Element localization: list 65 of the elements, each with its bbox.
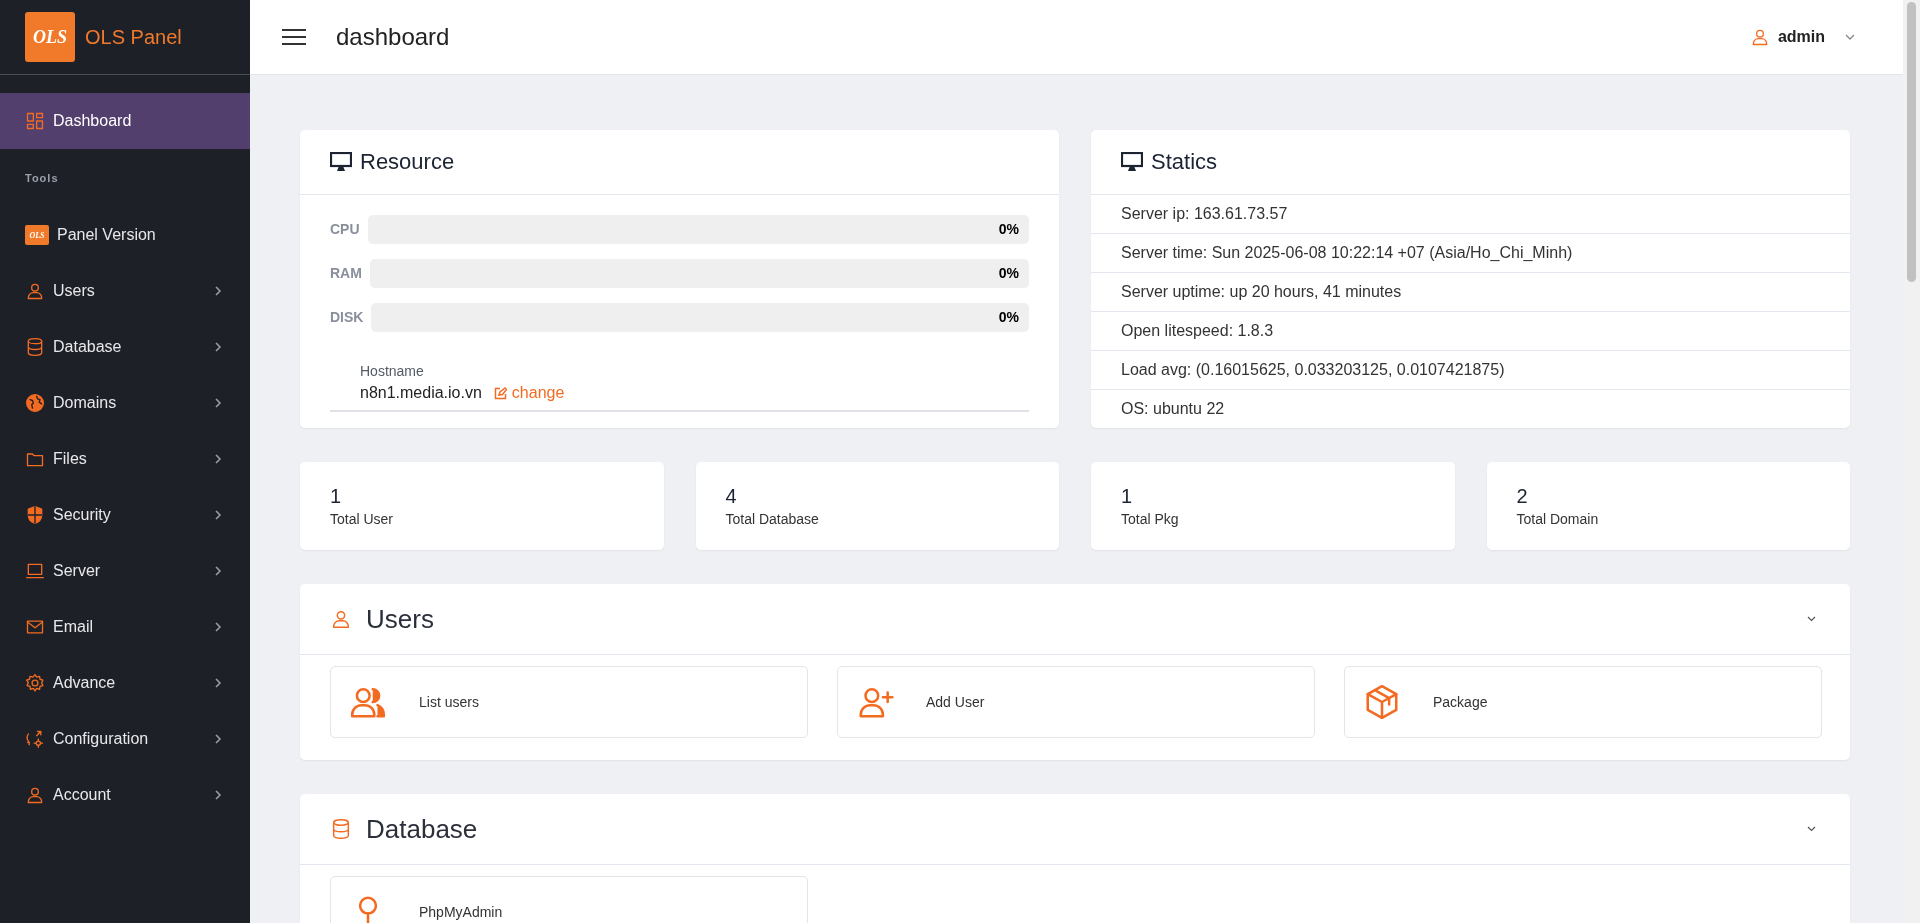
- database-icon: [25, 337, 45, 357]
- action-tile[interactable]: List users: [330, 666, 808, 738]
- info-row: Server time: Sun 2025-06-08 10:22:14 +07 (Asia/Ho_Chi_Minh): [1091, 234, 1850, 273]
- sidebar-item[interactable]: Configuration: [0, 711, 250, 767]
- meter-label: CPU: [330, 221, 360, 237]
- stat-value: 4: [725, 485, 738, 508]
- page-title: dashboard: [336, 23, 451, 51]
- meter-label: DISK: [330, 309, 364, 325]
- dashboard-icon: [25, 111, 45, 131]
- info-row: Server uptime: up 20 hours, 41 minutes: [1091, 273, 1850, 312]
- nav-heading: Tools: [24, 171, 60, 186]
- menu-icon[interactable]: [282, 28, 306, 46]
- sidebar-item[interactable]: Dashboard: [0, 93, 250, 149]
- meter-reading: 0%: [998, 309, 1019, 325]
- gear-icon: [25, 673, 45, 693]
- sidebar-item[interactable]: Server: [0, 543, 250, 599]
- meter-label: RAM: [330, 265, 362, 281]
- field-label: Hostname: [360, 363, 425, 379]
- shield-icon: [25, 505, 45, 525]
- stat-label: Total Domain: [1516, 511, 1600, 527]
- configuration-icon: [25, 729, 45, 749]
- sidebar-item[interactable]: OLS Panel Version: [0, 207, 250, 263]
- meter-reading: 0%: [998, 221, 1019, 237]
- card-title: Statics: [1151, 149, 1218, 175]
- sidebar-item[interactable]: Security: [0, 487, 250, 543]
- stat-label: Total User: [330, 511, 395, 527]
- sidebar-item[interactable]: Domains: [0, 375, 250, 431]
- sidebar-item[interactable]: Database: [0, 319, 250, 375]
- chevron-down-icon[interactable]: [1807, 616, 1816, 622]
- info-row: Server ip: 163.61.73.57: [1091, 195, 1850, 234]
- stat-value: 2: [1516, 485, 1529, 508]
- action-tile[interactable]: Package: [1344, 666, 1822, 738]
- info-row-text: OS: ubuntu 22: [1120, 399, 1226, 419]
- sidebar-item[interactable]: Account: [0, 767, 250, 823]
- sidebar-item[interactable]: Files: [0, 431, 250, 487]
- section-title: Users: [366, 603, 435, 635]
- logo-icon: OLS: [25, 225, 49, 245]
- action-tile[interactable]: Add User: [837, 666, 1315, 738]
- box-icon: [1363, 683, 1401, 721]
- globe-icon: [25, 393, 45, 413]
- info-row: Open litespeed: 1.8.3: [1091, 312, 1850, 351]
- section-title: Database: [366, 813, 479, 845]
- caret-icon: [1845, 34, 1855, 40]
- hostname-value: n8n1.media.io.vn: [360, 384, 482, 402]
- scrollbar-thumb[interactable]: [1907, 2, 1916, 282]
- sidebar-item[interactable]: Advance: [0, 655, 250, 711]
- app-title: OLS Panel: [85, 25, 182, 49]
- stat-label: Total Pkg: [1121, 511, 1180, 527]
- card-title: Resource: [360, 149, 455, 175]
- user-menu[interactable]: admin: [1749, 27, 1855, 47]
- chevron-down-icon[interactable]: [1807, 826, 1816, 832]
- stat-value: 1: [330, 485, 343, 508]
- action-tile[interactable]: PhpMyAdmin: [330, 876, 808, 923]
- stat-label: Total Database: [725, 511, 820, 527]
- edit-icon: [493, 386, 507, 400]
- info-row: Load avg: (0.16015625, 0.033203125, 0.0107421875): [1091, 351, 1850, 390]
- meter-reading: 0%: [998, 265, 1019, 281]
- stat-value: 1: [1121, 485, 1134, 508]
- sidebar-item[interactable]: Users: [0, 263, 250, 319]
- monitor-icon: [1121, 152, 1143, 172]
- logo-mark: OLS: [25, 12, 75, 62]
- monitor-icon: [330, 152, 352, 172]
- sidebar-item[interactable]: Email: [0, 599, 250, 655]
- database-icon: [330, 818, 352, 840]
- laptop-icon: [25, 561, 45, 581]
